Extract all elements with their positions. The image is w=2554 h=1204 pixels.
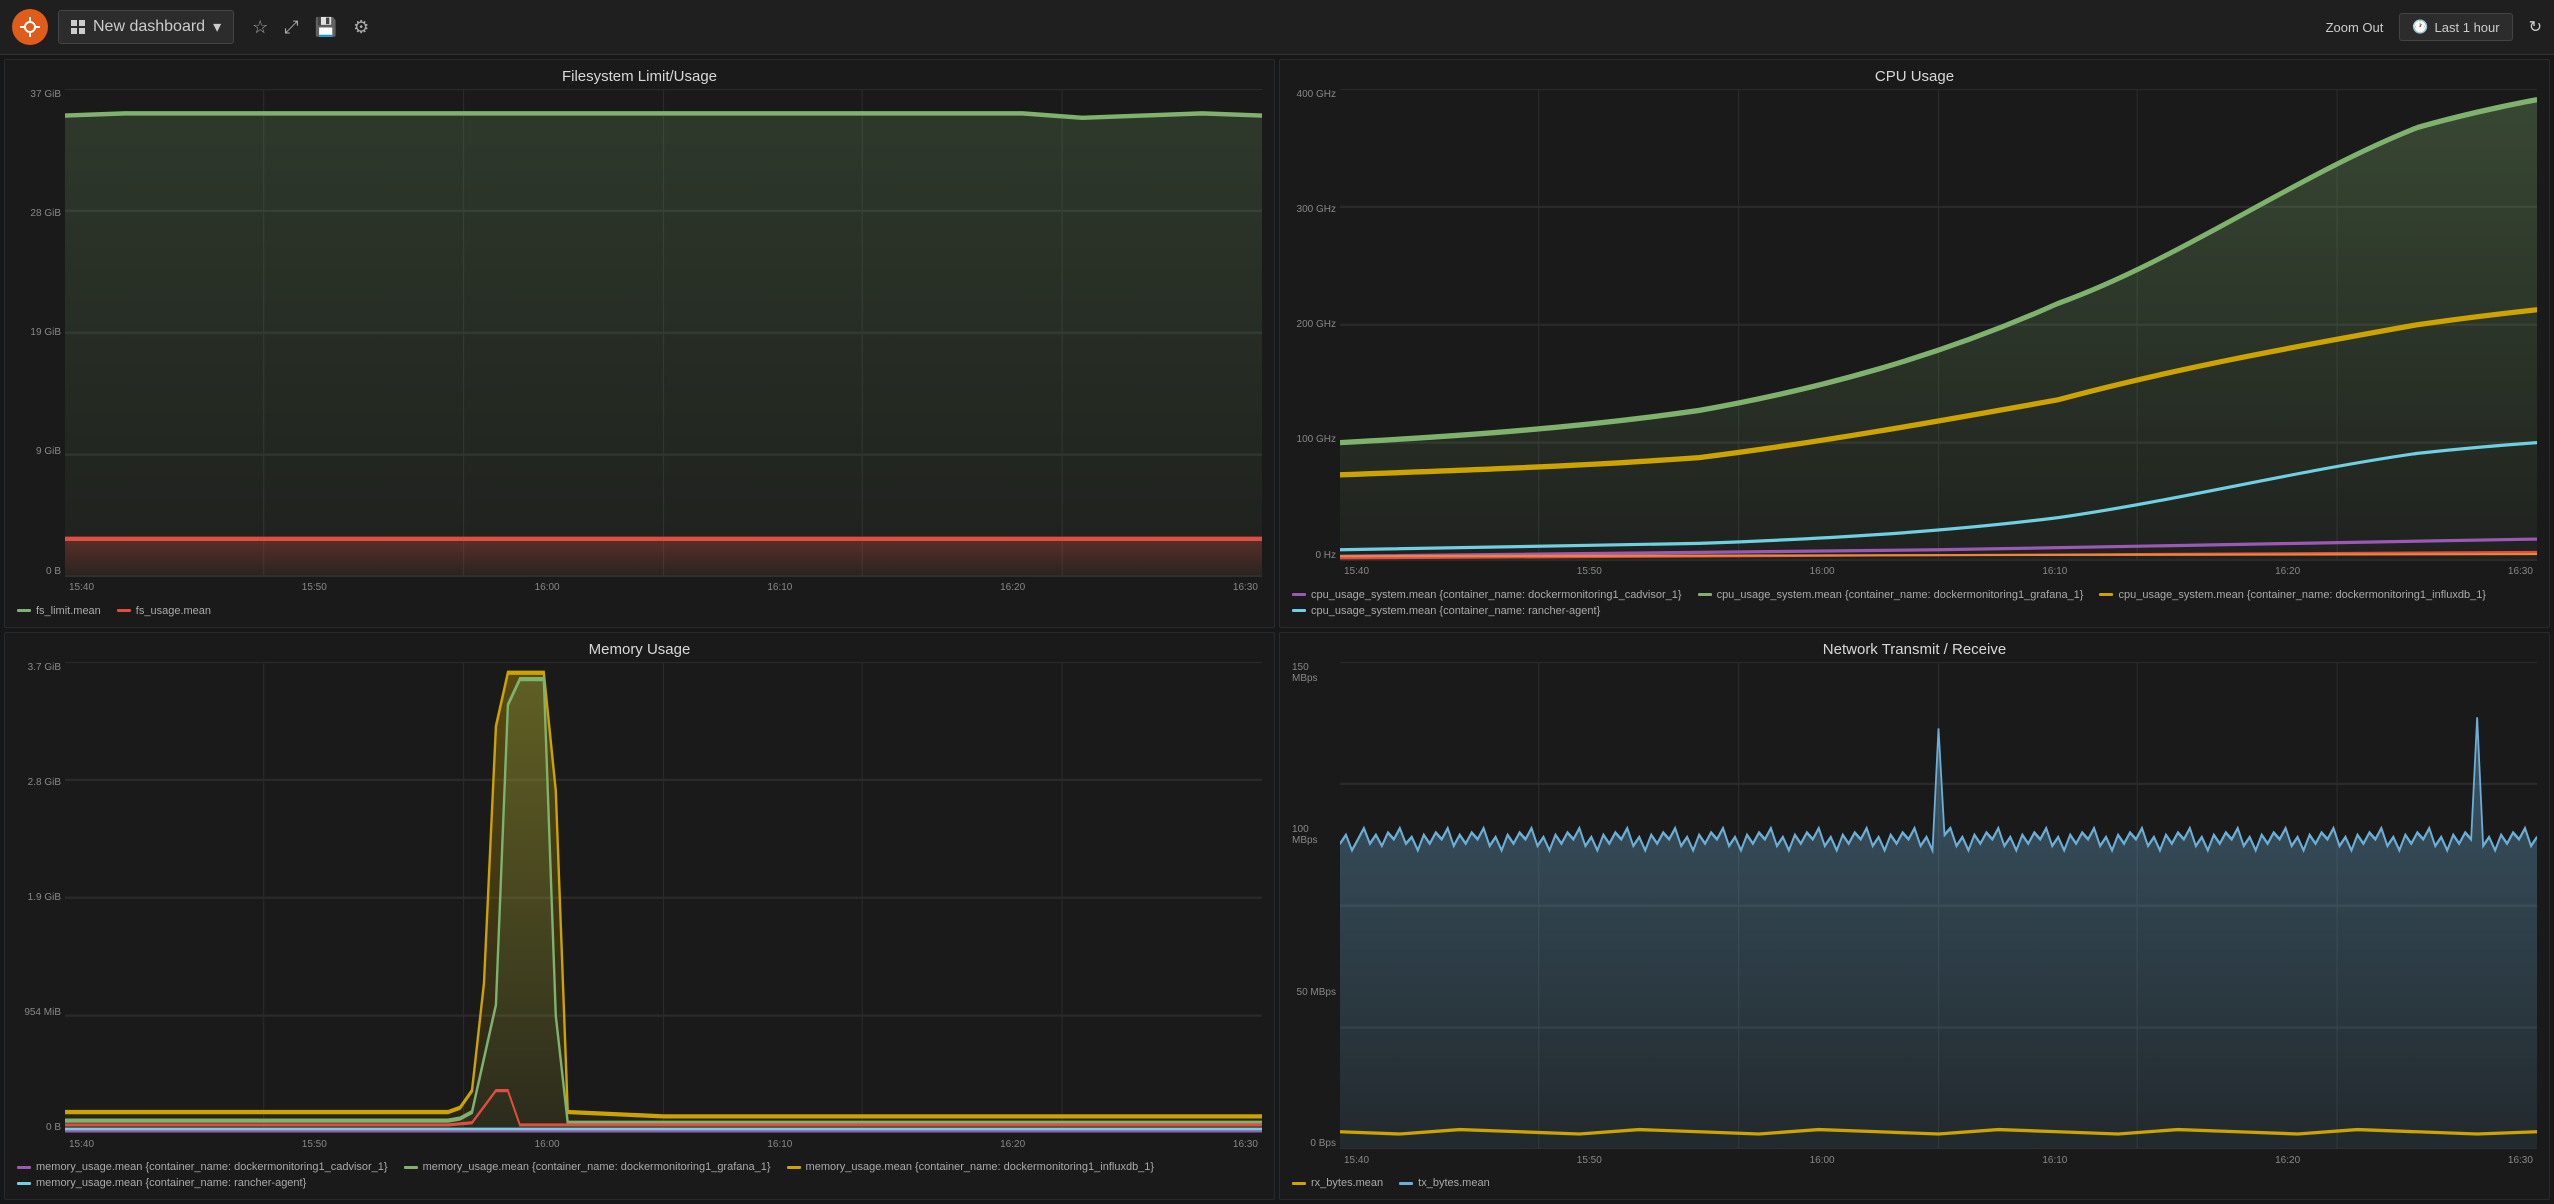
cpu-x-axis: 15:40 15:50 16:00 16:10 16:20 16:30 bbox=[1340, 563, 2537, 581]
cpu-chart-area: 400 GHz 300 GHz 200 GHz 100 GHz 0 Hz bbox=[1292, 89, 2537, 581]
filesystem-panel-title: Filesystem Limit/Usage bbox=[17, 68, 1262, 85]
legend-label: memory_usage.mean {container_name: docke… bbox=[423, 1161, 771, 1173]
filesystem-chart-area: 37 GiB 28 GiB 19 GiB 9 GiB 0 B bbox=[17, 89, 1262, 597]
dashboard-selector[interactable]: New dashboard ▾ bbox=[58, 10, 234, 44]
grid-icon bbox=[71, 20, 85, 34]
legend-item: memory_usage.mean {container_name: docke… bbox=[17, 1161, 388, 1173]
network-panel-title: Network Transmit / Receive bbox=[1292, 641, 2537, 658]
network-graph bbox=[1340, 662, 2537, 1150]
network-x-axis: 15:40 15:50 16:00 16:10 16:20 16:30 bbox=[1340, 1151, 2537, 1169]
legend-item: cpu_usage_system.mean {container_name: d… bbox=[1292, 589, 1682, 601]
legend-item: memory_usage.mean {container_name: docke… bbox=[404, 1161, 771, 1173]
grafana-logo[interactable] bbox=[12, 9, 48, 45]
legend-color bbox=[404, 1166, 418, 1169]
legend-color bbox=[2099, 593, 2113, 596]
network-panel: Network Transmit / Receive 150 MBps 100 … bbox=[1279, 632, 2550, 1201]
legend-label: fs_usage.mean bbox=[136, 605, 211, 617]
topbar-right: Zoom Out 🕐 Last 1 hour ↻ bbox=[2326, 13, 2542, 41]
legend-item: memory_usage.mean {container_name: ranch… bbox=[17, 1177, 306, 1189]
refresh-button[interactable]: ↻ bbox=[2529, 17, 2542, 37]
star-icon[interactable]: ☆ bbox=[252, 17, 268, 38]
legend-label: tx_bytes.mean bbox=[1418, 1177, 1490, 1189]
filesystem-x-axis: 15:40 15:50 16:00 16:10 16:20 16:30 bbox=[65, 579, 1262, 597]
topbar: New dashboard ▾ ☆ ⤢ 💾 ⚙ Zoom Out 🕐 Last … bbox=[0, 0, 2554, 55]
filesystem-panel: Filesystem Limit/Usage 37 GiB 28 GiB 19 … bbox=[4, 59, 1275, 628]
memory-y-axis: 3.7 GiB 2.8 GiB 1.9 GiB 954 MiB 0 B bbox=[17, 662, 65, 1134]
legend-label: fs_limit.mean bbox=[36, 605, 101, 617]
legend-color bbox=[1292, 609, 1306, 612]
zoom-out-button[interactable]: Zoom Out bbox=[2326, 20, 2384, 35]
legend-color bbox=[17, 609, 31, 612]
settings-icon[interactable]: ⚙ bbox=[353, 17, 369, 38]
legend-label: memory_usage.mean {container_name: docke… bbox=[806, 1161, 1155, 1173]
share-icon[interactable]: ⤢ bbox=[284, 17, 298, 38]
network-legend: rx_bytes.mean tx_bytes.mean bbox=[1292, 1173, 2537, 1193]
clock-icon: 🕐 bbox=[2412, 19, 2428, 35]
legend-color bbox=[1292, 593, 1306, 596]
memory-chart-area: 3.7 GiB 2.8 GiB 1.9 GiB 954 MiB 0 B bbox=[17, 662, 1262, 1154]
cpu-y-axis: 400 GHz 300 GHz 200 GHz 100 GHz 0 Hz bbox=[1292, 89, 1340, 561]
legend-color bbox=[17, 1182, 31, 1185]
filesystem-y-axis: 37 GiB 28 GiB 19 GiB 9 GiB 0 B bbox=[17, 89, 65, 577]
legend-item: tx_bytes.mean bbox=[1399, 1177, 1490, 1189]
legend-item: rx_bytes.mean bbox=[1292, 1177, 1383, 1189]
legend-item: cpu_usage_system.mean {container_name: d… bbox=[2099, 589, 2486, 601]
legend-item: cpu_usage_system.mean {container_name: r… bbox=[1292, 605, 1600, 617]
cpu-legend: cpu_usage_system.mean {container_name: d… bbox=[1292, 585, 2537, 621]
legend-color bbox=[17, 1166, 31, 1169]
legend-color bbox=[1292, 1182, 1306, 1185]
cpu-panel: CPU Usage 400 GHz 300 GHz 200 GHz 100 GH… bbox=[1279, 59, 2550, 628]
cpu-graph bbox=[1340, 89, 2537, 561]
time-range-label: Last 1 hour bbox=[2435, 20, 2500, 35]
memory-panel: Memory Usage 3.7 GiB 2.8 GiB 1.9 GiB 954… bbox=[4, 632, 1275, 1201]
filesystem-legend: fs_limit.mean fs_usage.mean bbox=[17, 601, 1262, 621]
memory-panel-title: Memory Usage bbox=[17, 641, 1262, 658]
legend-color bbox=[117, 609, 131, 612]
legend-label: memory_usage.mean {container_name: ranch… bbox=[36, 1177, 306, 1189]
topbar-icons: ☆ ⤢ 💾 ⚙ bbox=[252, 17, 369, 38]
legend-label: cpu_usage_system.mean {container_name: r… bbox=[1311, 605, 1600, 617]
network-y-axis: 150 MBps 100 MBps 50 MBps 0 Bps bbox=[1292, 662, 1340, 1150]
filesystem-graph bbox=[65, 89, 1262, 577]
network-chart-area: 150 MBps 100 MBps 50 MBps 0 Bps bbox=[1292, 662, 2537, 1170]
legend-label: cpu_usage_system.mean {container_name: d… bbox=[2118, 589, 2486, 601]
legend-item: fs_usage.mean bbox=[117, 605, 211, 617]
legend-color bbox=[787, 1166, 801, 1169]
cpu-panel-title: CPU Usage bbox=[1292, 68, 2537, 85]
dashboard-title: New dashboard bbox=[93, 18, 205, 36]
legend-label: rx_bytes.mean bbox=[1311, 1177, 1383, 1189]
save-icon[interactable]: 💾 bbox=[315, 17, 337, 38]
legend-color bbox=[1698, 593, 1712, 596]
legend-color bbox=[1399, 1182, 1413, 1185]
legend-label: cpu_usage_system.mean {container_name: d… bbox=[1311, 589, 1682, 601]
memory-legend: memory_usage.mean {container_name: docke… bbox=[17, 1157, 1262, 1193]
legend-item: memory_usage.mean {container_name: docke… bbox=[787, 1161, 1155, 1173]
time-range-picker[interactable]: 🕐 Last 1 hour bbox=[2399, 13, 2512, 41]
dashboard-grid: Filesystem Limit/Usage 37 GiB 28 GiB 19 … bbox=[0, 55, 2554, 1204]
legend-label: memory_usage.mean {container_name: docke… bbox=[36, 1161, 388, 1173]
memory-graph bbox=[65, 662, 1262, 1134]
legend-item: cpu_usage_system.mean {container_name: d… bbox=[1698, 589, 2084, 601]
dropdown-arrow-icon: ▾ bbox=[213, 17, 221, 37]
memory-x-axis: 15:40 15:50 16:00 16:10 16:20 16:30 bbox=[65, 1135, 1262, 1153]
legend-label: cpu_usage_system.mean {container_name: d… bbox=[1717, 589, 2084, 601]
legend-item: fs_limit.mean bbox=[17, 605, 101, 617]
